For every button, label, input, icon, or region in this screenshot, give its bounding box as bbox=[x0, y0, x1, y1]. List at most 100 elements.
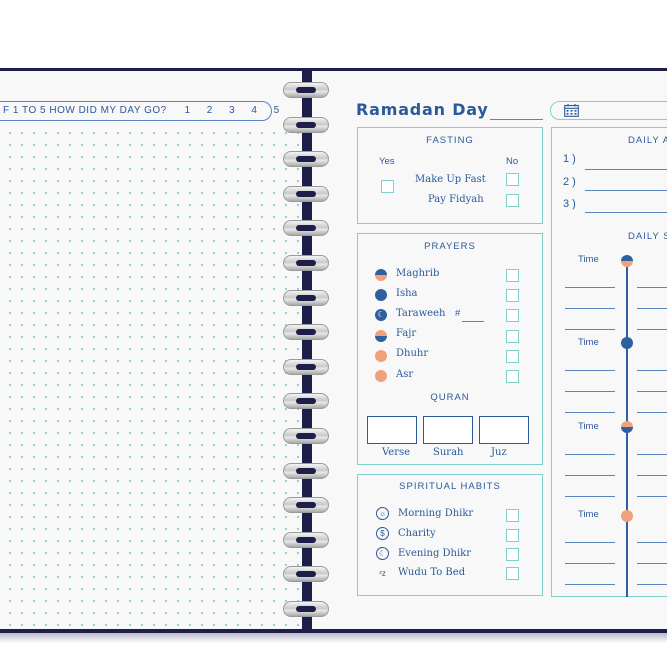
schedule-line[interactable] bbox=[565, 308, 615, 309]
schedule-line[interactable] bbox=[637, 329, 667, 330]
maghrib-icon bbox=[375, 269, 387, 281]
evening-dhikr-label: Evening Dhikr bbox=[398, 548, 472, 559]
schedule-line[interactable] bbox=[565, 412, 615, 413]
schedule-line[interactable] bbox=[637, 563, 667, 564]
evening-dhikr-checkbox[interactable] bbox=[506, 548, 519, 561]
taraweeh-moon-icon: ☾ bbox=[375, 309, 387, 321]
asr-checkbox[interactable] bbox=[506, 370, 519, 383]
page-title: Ramadan Day bbox=[356, 100, 489, 119]
taraweeh-checkbox[interactable] bbox=[506, 309, 519, 322]
charity-checkbox[interactable] bbox=[506, 529, 519, 542]
schedule-line[interactable] bbox=[637, 308, 667, 309]
schedule-line[interactable] bbox=[637, 370, 667, 371]
schedule-line[interactable] bbox=[565, 287, 615, 288]
spiral-ring bbox=[283, 218, 329, 238]
schedule-line[interactable] bbox=[565, 475, 615, 476]
wudu-to-bed-label: Wudu To Bed bbox=[398, 567, 466, 578]
isha-icon bbox=[375, 289, 387, 301]
schedule-line[interactable] bbox=[565, 563, 615, 564]
aim-number-3: 3 ) bbox=[563, 198, 576, 210]
timeline-marker-4 bbox=[621, 510, 633, 522]
day-number-line[interactable] bbox=[490, 119, 543, 120]
schedule-line[interactable] bbox=[565, 329, 615, 330]
schedule-line[interactable] bbox=[637, 584, 667, 585]
rating-option-2[interactable]: 2 bbox=[200, 102, 219, 120]
schedule-line[interactable] bbox=[565, 496, 615, 497]
aim-line-1[interactable] bbox=[585, 169, 667, 170]
maghrib-checkbox[interactable] bbox=[506, 269, 519, 282]
rating-option-3[interactable]: 3 bbox=[223, 102, 242, 120]
juz-label: Juz bbox=[491, 447, 507, 458]
moon-icon: ☾ bbox=[376, 547, 389, 560]
spiral-ring bbox=[283, 253, 329, 273]
make-up-fast-label: Make Up Fast bbox=[415, 174, 486, 185]
time-label-2: Time bbox=[578, 337, 599, 348]
quran-title: QURAN bbox=[430, 392, 470, 403]
left-dot-grid-page[interactable]: F 1 TO 5 HOW DID MY DAY GO? 1 2 3 4 5 bbox=[0, 71, 302, 629]
fasting-no-label: No bbox=[506, 156, 519, 167]
spiral-ring bbox=[283, 80, 329, 100]
verse-label: Verse bbox=[382, 447, 411, 458]
fajr-icon bbox=[375, 330, 387, 342]
make-up-fast-checkbox[interactable] bbox=[506, 173, 519, 186]
rating-option-1[interactable]: 1 bbox=[178, 102, 197, 120]
spiritual-habits-title: SPIRITUAL HABITS bbox=[399, 481, 501, 492]
spiral-ring bbox=[283, 461, 329, 481]
dhuhr-checkbox[interactable] bbox=[506, 350, 519, 363]
schedule-line[interactable] bbox=[565, 584, 615, 585]
schedule-line[interactable] bbox=[637, 287, 667, 288]
aim-line-2[interactable] bbox=[585, 190, 667, 191]
schedule-line[interactable] bbox=[637, 391, 667, 392]
maghrib-label: Maghrib bbox=[396, 268, 440, 279]
sleep-icon: ᶻz bbox=[379, 569, 386, 578]
dhuhr-label: Dhuhr bbox=[396, 348, 429, 359]
spiral-ring bbox=[283, 149, 329, 169]
taraweeh-count-line[interactable] bbox=[462, 321, 484, 322]
pay-fidyah-checkbox[interactable] bbox=[506, 194, 519, 207]
morning-dhikr-checkbox[interactable] bbox=[506, 509, 519, 522]
timeline-marker-1 bbox=[621, 255, 633, 267]
isha-checkbox[interactable] bbox=[506, 289, 519, 302]
schedule-line[interactable] bbox=[565, 391, 615, 392]
surah-input[interactable] bbox=[423, 416, 473, 444]
schedule-line[interactable] bbox=[565, 370, 615, 371]
time-label-1: Time bbox=[578, 254, 599, 265]
schedule-line[interactable] bbox=[637, 542, 667, 543]
fasting-yes-checkbox[interactable] bbox=[381, 180, 394, 193]
schedule-line[interactable] bbox=[637, 496, 667, 497]
time-label-3: Time bbox=[578, 421, 599, 432]
dhuhr-icon bbox=[375, 350, 387, 362]
timeline-marker-2 bbox=[621, 337, 633, 349]
cover-shadow bbox=[0, 633, 667, 643]
schedule-line[interactable] bbox=[637, 454, 667, 455]
prayers-title: PRAYERS bbox=[424, 241, 476, 252]
sunrise-icon: ☼ bbox=[376, 507, 389, 520]
asr-icon bbox=[375, 370, 387, 382]
schedule-line[interactable] bbox=[565, 542, 615, 543]
day-rating-bar: F 1 TO 5 HOW DID MY DAY GO? 1 2 3 4 5 bbox=[0, 101, 279, 121]
rating-option-4[interactable]: 4 bbox=[245, 102, 264, 120]
daily-schedule-title: DAILY S bbox=[628, 231, 667, 242]
spiral-ring bbox=[283, 115, 329, 135]
spiral-ring bbox=[283, 391, 329, 411]
aim-line-3[interactable] bbox=[585, 212, 667, 213]
spiral-ring bbox=[283, 322, 329, 342]
aim-number-1: 1 ) bbox=[563, 153, 576, 165]
juz-input[interactable] bbox=[479, 416, 529, 444]
verse-input[interactable] bbox=[367, 416, 417, 444]
timeline-marker-3 bbox=[621, 421, 633, 433]
fajr-checkbox[interactable] bbox=[506, 330, 519, 343]
time-label-4: Time bbox=[578, 509, 599, 520]
charity-label: Charity bbox=[398, 528, 436, 539]
morning-dhikr-label: Morning Dhikr bbox=[398, 508, 474, 519]
schedule-line[interactable] bbox=[637, 412, 667, 413]
schedule-line[interactable] bbox=[565, 454, 615, 455]
fasting-yes-label: Yes bbox=[379, 156, 395, 167]
spiral-ring bbox=[283, 288, 329, 308]
schedule-line[interactable] bbox=[637, 475, 667, 476]
isha-label: Isha bbox=[396, 288, 418, 299]
surah-label: Surah bbox=[433, 447, 464, 458]
fasting-title: FASTING bbox=[426, 135, 474, 146]
wudu-to-bed-checkbox[interactable] bbox=[506, 567, 519, 580]
spiral-ring bbox=[283, 599, 329, 619]
